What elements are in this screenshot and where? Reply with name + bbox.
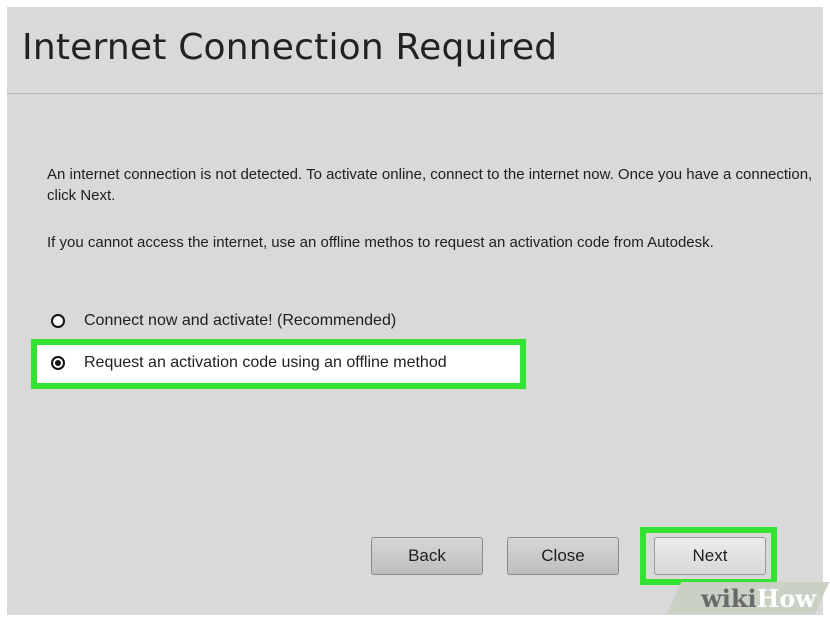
next-button[interactable]: Next (654, 537, 766, 575)
watermark-how-text: How (756, 583, 816, 613)
wikihow-watermark: wiki How (652, 582, 830, 614)
dialog-title: Internet Connection Required (22, 27, 558, 68)
option-connect-now[interactable]: Connect now and activate! (Recommended) (51, 309, 396, 333)
title-divider (7, 93, 823, 94)
option-offline-method[interactable]: Request an activation code using an offl… (51, 351, 447, 375)
close-button[interactable]: Close (507, 537, 619, 575)
back-button[interactable]: Back (371, 537, 483, 575)
watermark-wiki-text: wiki (701, 583, 757, 613)
connection-message: An internet connection is not detected. … (47, 166, 813, 204)
option-offline-method-label: Request an activation code using an offl… (84, 354, 447, 371)
offline-message: If you cannot access the internet, use a… (47, 234, 714, 251)
radio-checked-icon[interactable] (51, 356, 65, 370)
radio-unchecked-icon[interactable] (51, 314, 65, 328)
option-connect-now-label: Connect now and activate! (Recommended) (84, 312, 397, 329)
activation-dialog: Internet Connection Required An internet… (7, 7, 823, 615)
